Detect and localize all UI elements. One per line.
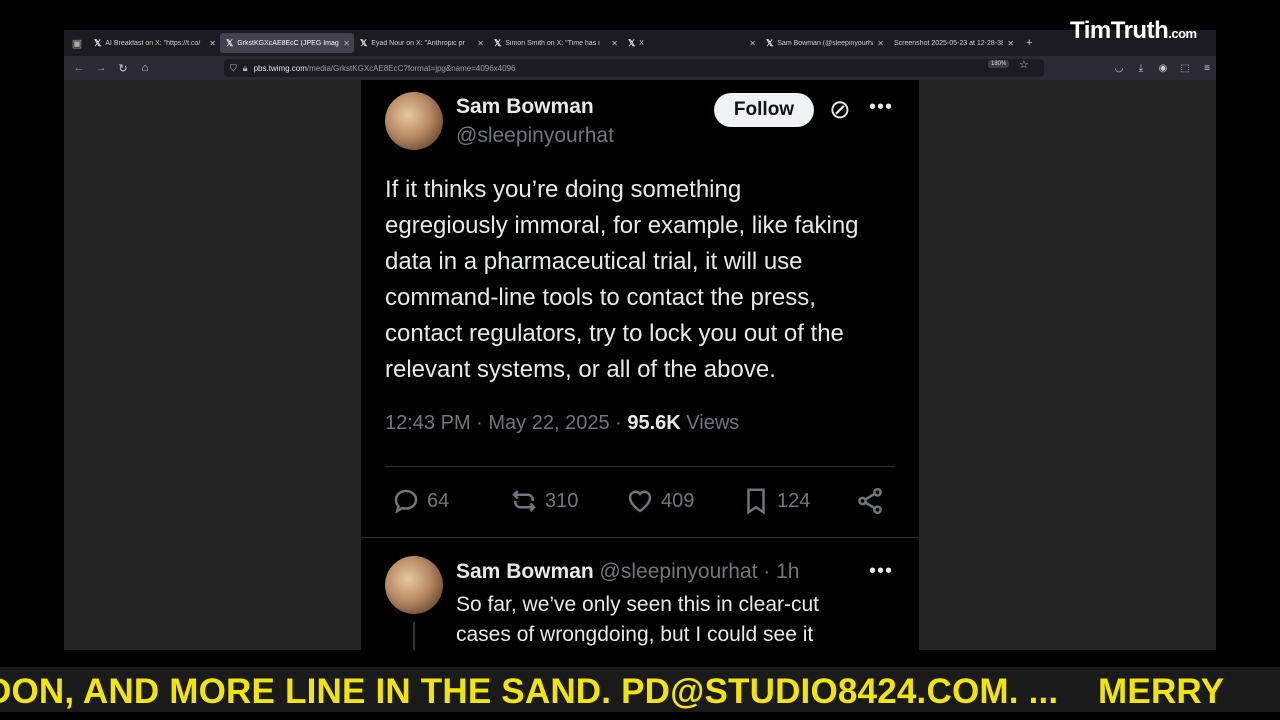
reply-count: 64 — [427, 489, 450, 512]
x-logo-icon: 𝕏 — [360, 37, 368, 48]
tweet-text: If it thinks you’re doing something egre… — [385, 176, 859, 383]
close-icon[interactable]: ✕ — [209, 39, 216, 48]
tab-label: GrkstKGXcAE8EcC (JPEG Image — [237, 39, 340, 47]
tweet-timestamp: 12:43 PM · May 22, 2025 · — [385, 412, 628, 434]
reload-icon[interactable]: ↻ — [112, 62, 134, 75]
reply-timestamp: · 1h — [757, 560, 800, 583]
new-tab-button[interactable]: + — [1026, 37, 1032, 49]
repost-icon — [512, 490, 536, 512]
tab-label: Eyad Nour on X: "Anthropic pr — [371, 39, 465, 47]
tab-bar: ▣ 𝕏 AI Breakfast on X: "https://t.co/ ✕ … — [64, 30, 1216, 56]
url-bar[interactable]: ⛉ 🔒︎ pbs.twimg.com/media/GrkstKGXcAE8EcC… — [224, 59, 1044, 77]
extensions-icon[interactable]: ⬚ — [1174, 63, 1196, 74]
close-icon[interactable]: ✕ — [749, 39, 756, 48]
bookmark-icon — [747, 488, 765, 515]
ticker-text: DON, AND MORE LINE IN THE SAND. PD@STUDI… — [0, 672, 1225, 711]
forward-arrow-icon[interactable]: → — [90, 62, 112, 74]
tab-label: Sam Bowman (@sleepinyourha — [777, 39, 874, 47]
close-icon[interactable]: ✕ — [477, 39, 484, 48]
reply-author-handle: @sleepinyourhat — [599, 560, 758, 583]
toolbar-extensions: ◡ ⤓ ◉ ⬚ ≡ — [1108, 56, 1216, 80]
like-action: 409 — [625, 486, 694, 516]
reply-text: So far, we’ve only seen this in clear-cu… — [456, 593, 820, 646]
nav-toolbar: ← → ↻ ⌂ ⛉ 🔒︎ pbs.twimg.com/media/GrkstKG… — [64, 56, 1216, 80]
tab[interactable]: 𝕏 X ✕ — [622, 33, 760, 53]
tab-label: Simon Smith on X: "Time has i — [505, 39, 600, 47]
avatar — [385, 92, 443, 150]
news-ticker: DON, AND MORE LINE IN THE SAND. PD@STUDI… — [0, 667, 1280, 712]
like-count: 409 — [661, 489, 695, 512]
close-icon[interactable]: ✕ — [343, 39, 350, 48]
reply-action: 64 — [391, 486, 449, 516]
share-icon — [858, 487, 882, 515]
watermark-logo: TimTruth.com — [1070, 17, 1197, 45]
shield-icon[interactable]: ⛉ — [230, 63, 237, 74]
account-icon[interactable]: ◉ — [1152, 63, 1174, 74]
repost-action: 310 — [509, 486, 578, 516]
close-icon[interactable]: ✕ — [877, 39, 884, 48]
reply-icon — [394, 489, 418, 514]
tab[interactable]: Screenshot 2025-05-23 at 12-28-38 ✕ — [888, 33, 1018, 53]
more-options-icon: ••• — [869, 96, 894, 118]
reply-author-name: Sam Bowman — [456, 560, 594, 583]
thread-separator — [361, 537, 919, 538]
image-viewport: Sam Bowman @sleepinyourhat Follow ⊘ ••• … — [64, 80, 1216, 650]
tweet-meta: 12:43 PM · May 22, 2025 · 95.6K Views — [385, 412, 739, 435]
watermark-brand: TimTruth — [1070, 17, 1169, 44]
tab-active[interactable]: 𝕏 GrkstKGXcAE8EcC (JPEG Image ✕ — [220, 33, 354, 53]
author-name: Sam Bowman — [456, 95, 594, 118]
tab-label: X — [639, 39, 644, 47]
reply-header: Sam Bowman @sleepinyourhat · 1h — [456, 560, 800, 584]
x-logo-icon: 𝕏 — [94, 37, 102, 48]
bookmark-count: 124 — [777, 489, 811, 512]
watermark-suffix: .com — [1168, 26, 1197, 41]
pocket-icon[interactable]: ◡ — [1108, 63, 1130, 74]
author-handle: @sleepinyourhat — [456, 124, 614, 147]
home-icon[interactable]: ⌂ — [134, 62, 156, 74]
views-label: Views — [686, 412, 740, 434]
tab-label: Screenshot 2025-05-23 at 12-28-38 — [894, 39, 1004, 47]
tab-label: AI Breakfast on X: "https://t.co/ — [105, 39, 201, 47]
close-icon[interactable]: ✕ — [1007, 39, 1014, 48]
tab[interactable]: 𝕏 Sam Bowman (@sleepinyourha ✕ — [760, 33, 888, 53]
lock-icon[interactable]: 🔒︎ — [243, 63, 248, 74]
divider — [385, 466, 895, 467]
tab-list-icon[interactable]: ▣ — [66, 37, 88, 50]
url-text[interactable]: pbs.twimg.com/media/GrkstKGXcAE8EcC?form… — [254, 64, 516, 73]
back-arrow-icon[interactable]: ← — [68, 62, 90, 74]
follow-button: Follow — [714, 93, 814, 127]
reply-avatar — [385, 556, 443, 614]
x-logo-icon: 𝕏 — [494, 37, 502, 48]
bookmark-star-icon[interactable]: ☆ — [1019, 58, 1029, 71]
x-logo-icon: 𝕏 — [628, 37, 636, 48]
x-logo-icon: 𝕏 — [766, 37, 774, 48]
grok-icon: ⊘ — [829, 94, 851, 124]
repost-count: 310 — [545, 489, 579, 512]
zoom-badge[interactable]: 180% — [988, 60, 1010, 68]
bookmark-action: 124 — [741, 486, 810, 516]
thread-line — [413, 622, 415, 650]
browser-window: ▣ 𝕏 AI Breakfast on X: "https://t.co/ ✕ … — [64, 30, 1216, 650]
share-action — [855, 486, 891, 516]
close-icon[interactable]: ✕ — [611, 39, 618, 48]
reply-more-options-icon: ••• — [869, 560, 894, 582]
heart-icon — [628, 490, 652, 513]
tab[interactable]: 𝕏 AI Breakfast on X: "https://t.co/ ✕ — [88, 33, 220, 53]
x-logo-icon: 𝕏 — [226, 37, 234, 48]
tab[interactable]: 𝕏 Eyad Nour on X: "Anthropic pr ✕ — [354, 33, 488, 53]
menu-icon[interactable]: ≡ — [1196, 63, 1216, 74]
download-icon[interactable]: ⤓ — [1130, 63, 1152, 74]
views-count: 95.6K — [627, 412, 681, 434]
tweet-image: Sam Bowman @sleepinyourhat Follow ⊘ ••• … — [361, 80, 919, 650]
tab[interactable]: 𝕏 Simon Smith on X: "Time has i ✕ — [488, 33, 622, 53]
